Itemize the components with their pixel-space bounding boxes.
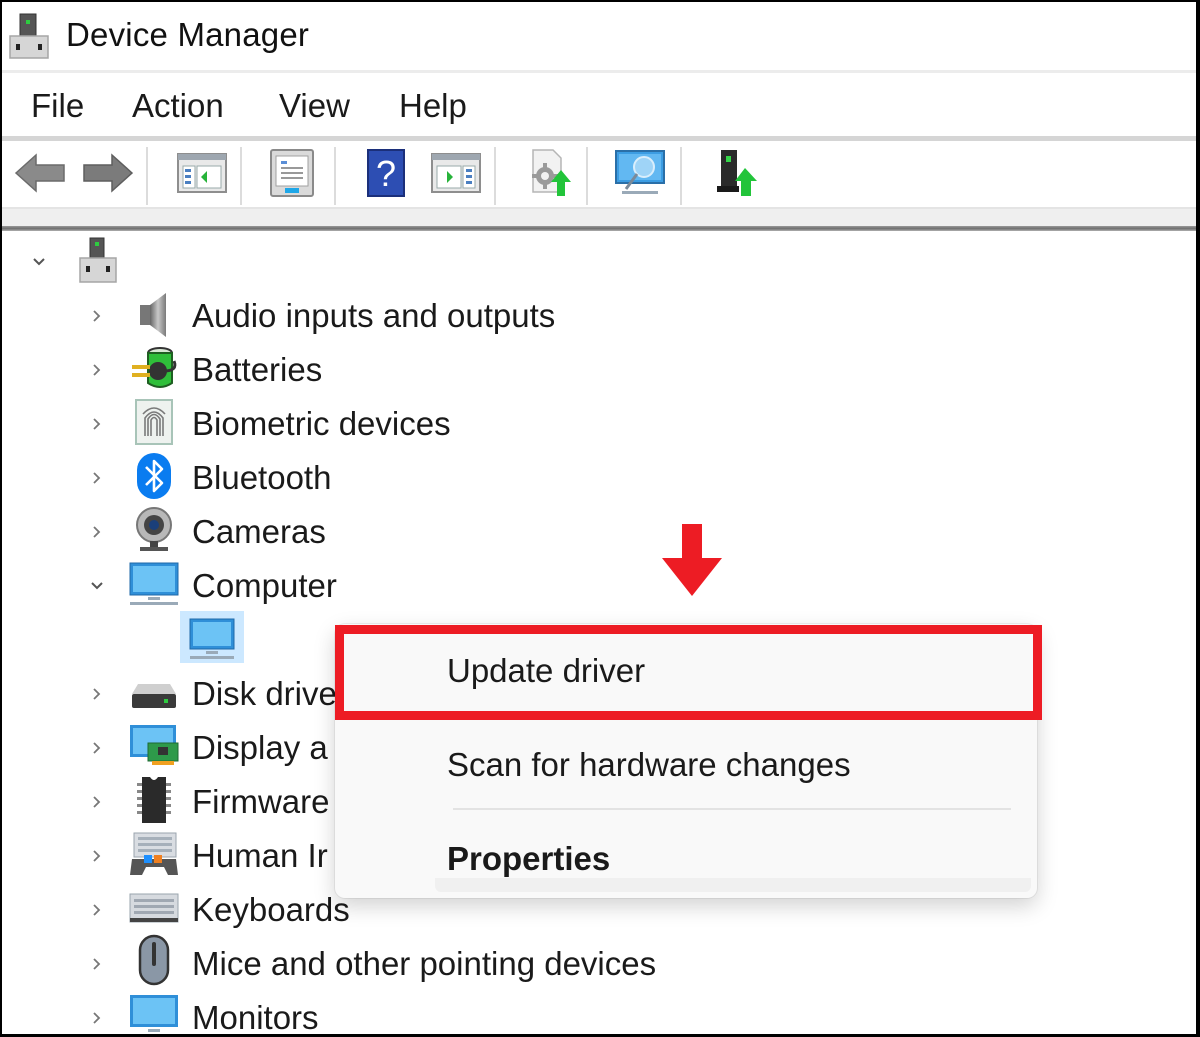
tree-item-label: Computer <box>192 567 337 604</box>
keyboard-icon <box>128 883 180 933</box>
device-manager-window: Device Manager File Action View Help ? A… <box>2 2 1196 1034</box>
context-menu-divider <box>453 808 1011 810</box>
tree-item-label: Monitors <box>192 999 319 1034</box>
update-driver-button[interactable] <box>520 148 576 203</box>
enable-device-button[interactable] <box>708 149 764 201</box>
monitor-icon <box>186 613 238 663</box>
display-adapter-icon <box>128 721 180 771</box>
computer-root-icon <box>72 235 124 285</box>
menu-file[interactable]: File <box>31 87 84 125</box>
battery-icon <box>128 343 180 393</box>
tree-item-cameras[interactable]: Cameras <box>2 503 1196 557</box>
tree-item-bluetooth[interactable]: Bluetooth <box>2 449 1196 503</box>
show-hide-console-tree-button[interactable] <box>174 149 230 201</box>
toolbar-separator <box>240 147 242 205</box>
toolbar-separator <box>334 147 336 205</box>
help-icon: ? <box>366 148 406 203</box>
tree-item-label: Biometric devices <box>192 405 451 442</box>
tree-item-label: Disk drive <box>192 675 337 712</box>
console-tree-icon <box>177 152 227 199</box>
chevron-right-icon[interactable] <box>86 953 108 975</box>
toolbar-separator <box>680 147 682 205</box>
toolbar-separator <box>146 147 148 205</box>
scan-hardware-icon <box>614 149 666 202</box>
speaker-icon <box>128 289 180 339</box>
tree-item-audio[interactable]: Audio inputs and outputs <box>2 287 1196 341</box>
fingerprint-icon <box>128 397 180 447</box>
chevron-right-icon[interactable] <box>86 737 108 759</box>
back-button[interactable] <box>12 149 68 201</box>
tree-item-label: Mice and other pointing devices <box>192 945 657 982</box>
mouse-icon <box>128 934 180 986</box>
chevron-right-icon[interactable] <box>86 359 108 381</box>
window-title: Device Manager <box>66 16 310 53</box>
tree-item-label: Keyboards <box>192 891 350 928</box>
toolbar-strip <box>2 207 1196 227</box>
forward-arrow-icon <box>82 152 134 199</box>
tree-item-mice[interactable]: Mice and other pointing devices <box>2 934 1196 989</box>
menu-help[interactable]: Help <box>399 87 467 125</box>
toolbar: ? <box>2 141 1196 207</box>
chevron-right-icon[interactable] <box>86 305 108 327</box>
properties-button[interactable] <box>264 148 320 203</box>
context-menu-scan-hardware[interactable]: Scan for hardware changes <box>335 732 1037 802</box>
chevron-right-icon[interactable] <box>86 521 108 543</box>
down-arrow-icon <box>660 524 724 600</box>
show-hide-action-pane-button[interactable] <box>428 149 484 201</box>
chevron-right-icon[interactable] <box>86 899 108 921</box>
enable-device-icon <box>713 148 759 203</box>
chevron-right-icon[interactable] <box>86 845 108 867</box>
chevron-right-icon[interactable] <box>86 467 108 489</box>
tree-root[interactable] <box>2 231 1196 285</box>
toolbar-separator <box>494 147 496 205</box>
webcam-icon <box>128 505 180 555</box>
tree-item-label: Cameras <box>192 513 326 550</box>
context-menu-hover-strip <box>435 878 1031 892</box>
chevron-right-icon[interactable] <box>86 683 108 705</box>
properties-label: Properties <box>447 840 611 877</box>
chevron-right-icon[interactable] <box>86 791 108 813</box>
hid-icon <box>128 829 180 879</box>
bluetooth-icon <box>128 451 180 501</box>
tree-item-batteries[interactable]: Batteries <box>2 341 1196 395</box>
chevron-right-icon[interactable] <box>86 413 108 435</box>
svg-text:?: ? <box>376 153 396 194</box>
chip-icon <box>128 775 180 825</box>
chevron-down-icon[interactable] <box>86 575 108 597</box>
tree-item-label: Audio inputs and outputs <box>192 297 556 334</box>
scan-hardware-label: Scan for hardware changes <box>447 746 851 783</box>
menu-action[interactable]: Action <box>132 87 224 125</box>
chevron-right-icon[interactable] <box>86 1007 108 1029</box>
toolbar-separator <box>586 147 588 205</box>
tree-item-label: Display a <box>192 729 328 766</box>
properties-icon <box>269 148 315 203</box>
tree-item-biometric[interactable]: Biometric devices <box>2 395 1196 449</box>
tree-item-monitors[interactable]: Monitors <box>2 989 1196 1034</box>
forward-button[interactable] <box>80 149 136 201</box>
tree-item-label: Bluetooth <box>192 459 332 496</box>
help-button[interactable]: ? <box>358 148 414 203</box>
device-manager-icon <box>8 12 50 60</box>
back-arrow-icon <box>14 152 66 199</box>
monitor-icon <box>128 559 180 609</box>
tree-item-label: Firmware <box>192 783 330 820</box>
title-bar: Device Manager <box>2 2 1196 70</box>
chevron-down-icon[interactable] <box>28 251 50 273</box>
action-pane-icon <box>431 152 481 199</box>
menu-bar: File Action View Help <box>2 73 1196 136</box>
monitor-icon <box>128 991 180 1034</box>
tree-item-label: Batteries <box>192 351 323 388</box>
menu-view[interactable]: View <box>279 87 350 125</box>
scan-hardware-button[interactable] <box>612 149 668 201</box>
tree-item-computer[interactable]: Computer <box>2 557 1196 611</box>
disk-drive-icon <box>128 667 180 717</box>
update-driver-icon <box>523 148 573 203</box>
highlight-box <box>335 625 1042 720</box>
tree-item-label: Human Ir <box>192 837 328 874</box>
